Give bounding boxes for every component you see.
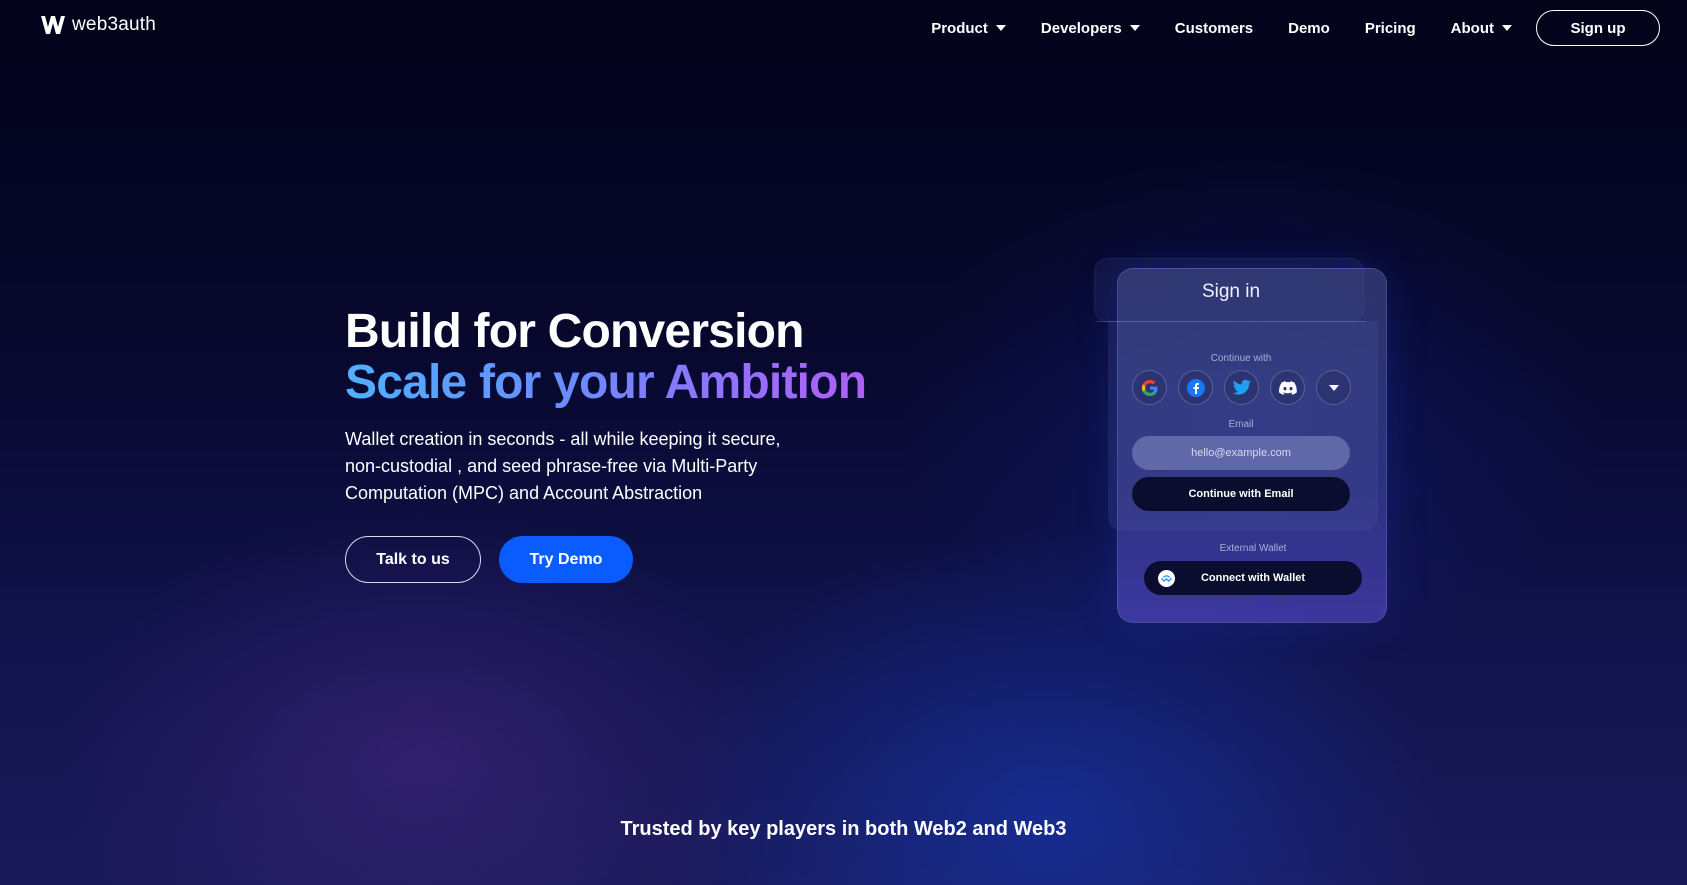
email-label: Email bbox=[1228, 419, 1254, 430]
more-options-button[interactable] bbox=[1316, 370, 1351, 405]
connect-wallet-label: Connect with Wallet bbox=[1200, 572, 1306, 584]
wallet-connect-icon bbox=[1158, 570, 1175, 587]
external-wallet-label: External Wallet bbox=[1219, 543, 1287, 554]
nav-item-label: Pricing bbox=[1364, 19, 1416, 37]
email-field[interactable] bbox=[1132, 436, 1350, 470]
nav-item-label: About bbox=[1450, 19, 1494, 37]
trusted-by-heading: Trusted by key players in both Web2 and … bbox=[620, 818, 1067, 840]
facebook-icon bbox=[1186, 378, 1205, 397]
discord-login-button[interactable] bbox=[1270, 370, 1305, 405]
nav-item-label: Customers bbox=[1174, 19, 1254, 37]
nav-item-pricing[interactable]: Pricing bbox=[1365, 20, 1416, 37]
nav-item-label: Developers bbox=[1040, 19, 1122, 37]
nav-item-demo[interactable]: Demo bbox=[1288, 20, 1330, 37]
signup-button[interactable]: Sign up bbox=[1536, 10, 1660, 46]
caret-down-icon bbox=[1502, 25, 1512, 31]
top-nav: web3auth Product Developers Customers De… bbox=[0, 0, 1687, 56]
hero-subheadline: Scale for your Ambition bbox=[345, 358, 905, 408]
hero-headline: Build for Conversion bbox=[345, 305, 804, 358]
twitter-icon bbox=[1232, 379, 1251, 395]
nav-item-developers[interactable]: Developers bbox=[1041, 20, 1140, 37]
brand-logo[interactable]: web3auth bbox=[40, 14, 156, 36]
continue-with-label: Continue with bbox=[1210, 353, 1272, 364]
nav-links: Product Developers Customers Demo Pricin… bbox=[896, 10, 1660, 46]
nav-item-about[interactable]: About bbox=[1451, 20, 1512, 37]
talk-to-us-button[interactable]: Talk to us bbox=[345, 536, 481, 583]
brand-name: web3auth bbox=[72, 14, 157, 35]
hero-section: Build for Conversion Scale for your Ambi… bbox=[345, 306, 905, 583]
nav-item-label: Demo bbox=[1288, 19, 1330, 37]
caret-down-icon bbox=[1129, 25, 1140, 31]
nav-item-product[interactable]: Product bbox=[931, 20, 1006, 37]
continue-with-email-button[interactable]: Continue with Email bbox=[1132, 477, 1350, 511]
signin-card: Sign in Continue with Email hello@exampl… bbox=[1096, 268, 1387, 623]
hero-description: Wallet creation in seconds - all while k… bbox=[345, 429, 781, 503]
cta-row: Talk to us Try Demo bbox=[345, 536, 905, 583]
discord-icon bbox=[1278, 380, 1297, 395]
signin-title: Sign in bbox=[1201, 281, 1261, 302]
google-login-button[interactable] bbox=[1132, 370, 1167, 405]
w-logo-icon bbox=[41, 16, 65, 34]
facebook-login-button[interactable] bbox=[1178, 370, 1213, 405]
connect-wallet-button[interactable]: Connect with Wallet bbox=[1144, 561, 1362, 595]
google-icon bbox=[1141, 379, 1157, 396]
more-chevron-icon bbox=[1328, 384, 1339, 391]
nav-item-customers[interactable]: Customers bbox=[1175, 20, 1253, 37]
try-demo-button[interactable]: Try Demo bbox=[499, 536, 633, 583]
divider bbox=[1096, 321, 1366, 322]
twitter-login-button[interactable] bbox=[1224, 370, 1259, 405]
social-login-row bbox=[1132, 370, 1351, 405]
caret-down-icon bbox=[995, 25, 1006, 31]
nav-item-label: Product bbox=[931, 19, 988, 37]
